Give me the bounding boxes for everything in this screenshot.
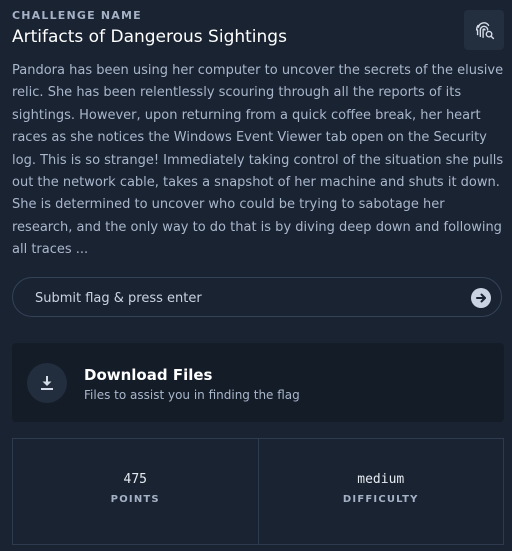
stats-panel: 475 POINTS medium DIFFICULTY [12,438,504,545]
difficulty-label: DIFFICULTY [342,494,419,505]
flag-input[interactable] [33,278,467,318]
points-label: POINTS [110,494,160,505]
difficulty-value: medium [357,472,405,487]
difficulty-stat: medium DIFFICULTY [257,439,504,544]
submit-flag-button[interactable] [471,288,491,308]
download-title: Download Files [84,366,213,384]
download-files-card[interactable]: Download Files Files to assist you in fi… [12,343,504,422]
points-value: 475 [123,472,147,487]
challenge-name-label: CHALLENGE NAME [12,9,142,22]
download-subtitle: Files to assist you in finding the flag [84,388,300,402]
download-icon-wrapper [27,363,67,403]
challenge-title: Artifacts of Dangerous Sightings [12,27,287,47]
flag-form [12,277,502,318]
fingerprint-button[interactable] [464,10,504,50]
points-stat: 475 POINTS [13,439,258,544]
challenge-description: Pandora has been using her computer to u… [12,63,504,258]
arrow-right-circle-icon [476,293,486,303]
fingerprint-search-icon [475,22,495,40]
download-icon [41,376,53,390]
